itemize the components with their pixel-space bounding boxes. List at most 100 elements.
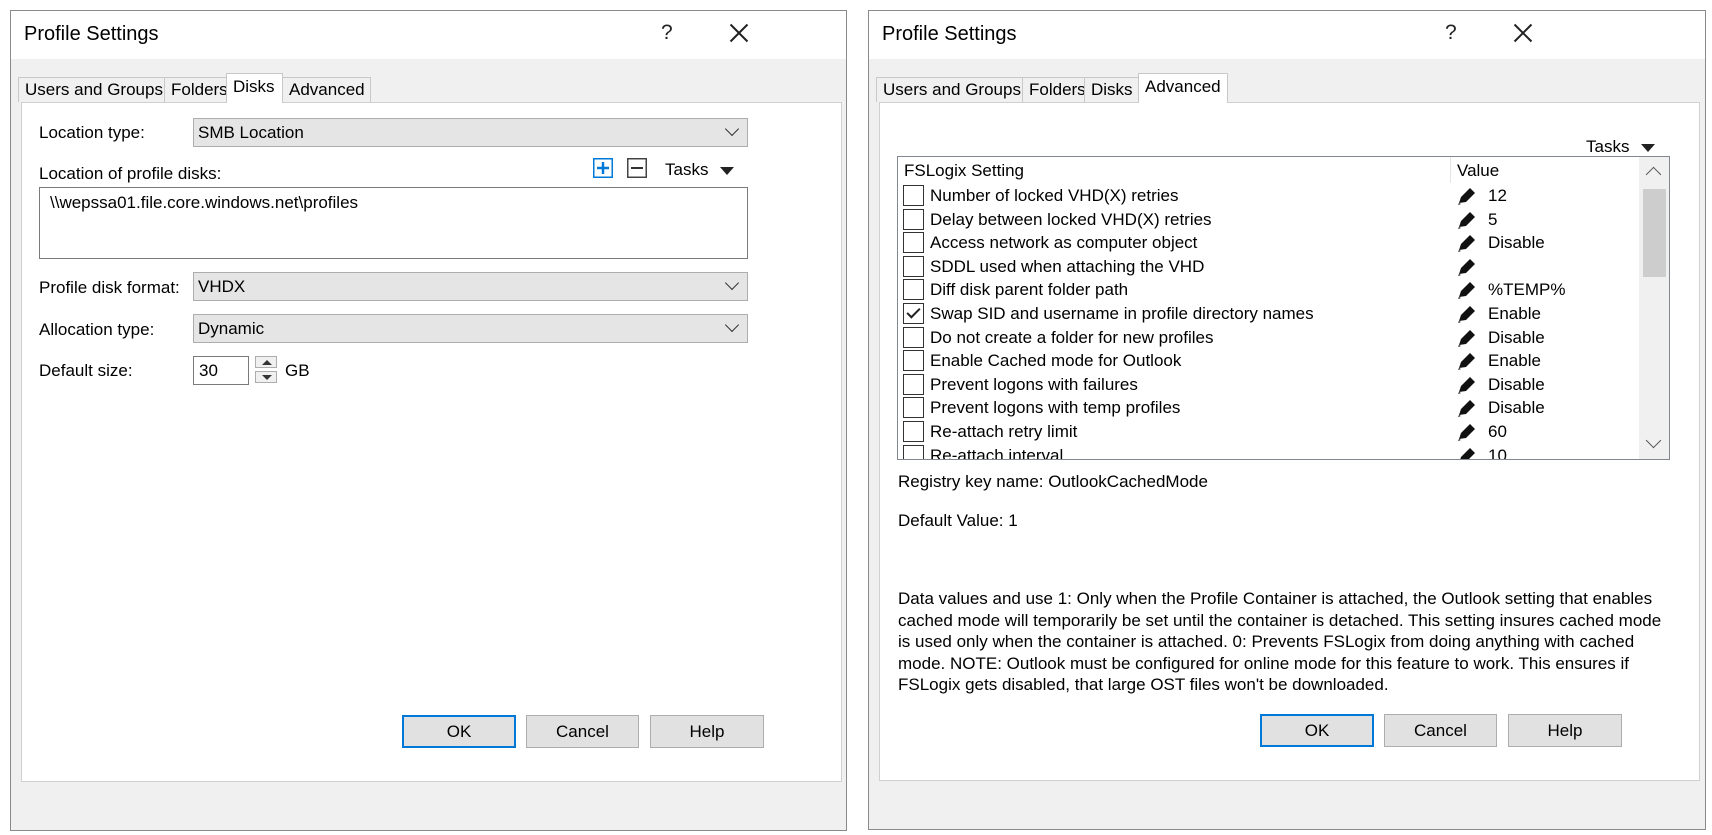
default-size-input[interactable]: 30 bbox=[193, 356, 249, 385]
disk-format-value: VHDX bbox=[198, 277, 246, 296]
pencil-icon[interactable] bbox=[1456, 446, 1478, 459]
default-size-label: Default size: bbox=[39, 361, 133, 380]
help-question-button[interactable]: ? bbox=[661, 21, 673, 45]
tab-folders[interactable]: Folders bbox=[164, 77, 228, 102]
checkbox-icon[interactable] bbox=[903, 397, 924, 419]
ok-button[interactable]: OK bbox=[1260, 714, 1374, 747]
pencil-icon[interactable] bbox=[1456, 233, 1478, 253]
scroll-thumb[interactable] bbox=[1643, 189, 1666, 277]
location-type-value: SMB Location bbox=[198, 123, 304, 142]
allocation-type-select[interactable]: Dynamic bbox=[193, 314, 748, 343]
tab-disks[interactable]: Disks bbox=[1084, 77, 1139, 102]
setting-name: Swap SID and username in profile directo… bbox=[930, 304, 1314, 323]
table-row[interactable]: Prevent logons with failures Disable bbox=[898, 373, 1638, 398]
help-question-button[interactable]: ? bbox=[1445, 21, 1457, 45]
vertical-scrollbar[interactable] bbox=[1639, 157, 1669, 459]
tasks-menu[interactable]: Tasks bbox=[665, 160, 735, 180]
title-bar: Profile Settings ? bbox=[11, 11, 846, 59]
pencil-icon[interactable] bbox=[1456, 328, 1478, 348]
table-row[interactable]: Delay between locked VHD(X) retries 5 bbox=[898, 208, 1638, 233]
table-row[interactable]: Swap SID and username in profile directo… bbox=[898, 302, 1638, 327]
checkbox-icon[interactable] bbox=[903, 350, 924, 372]
help-button[interactable]: Help bbox=[1508, 714, 1622, 747]
pencil-icon[interactable] bbox=[1456, 186, 1478, 206]
pencil-icon[interactable] bbox=[1456, 351, 1478, 371]
setting-name: Do not create a folder for new profiles bbox=[930, 327, 1214, 347]
setting-value: Enable bbox=[1488, 304, 1541, 323]
scroll-down-icon[interactable] bbox=[1645, 432, 1662, 449]
table-row[interactable]: Do not create a folder for new profiles D… bbox=[898, 326, 1638, 351]
close-icon[interactable] bbox=[727, 21, 751, 45]
fslogix-settings-list[interactable]: FSLogix Setting Value Number of locked V… bbox=[897, 156, 1670, 460]
pencil-icon[interactable] bbox=[1456, 304, 1478, 324]
pencil-icon[interactable] bbox=[1456, 257, 1478, 277]
setting-name: SDDL used when attaching the VHD bbox=[930, 256, 1205, 276]
checkbox-icon[interactable] bbox=[903, 255, 924, 277]
checkbox-icon[interactable] bbox=[903, 421, 924, 442]
pencil-icon[interactable] bbox=[1456, 375, 1478, 395]
tasks-menu[interactable]: Tasks bbox=[1586, 137, 1656, 157]
table-row[interactable]: Diff disk parent folder path %TEMP% bbox=[898, 278, 1638, 303]
pencil-icon[interactable] bbox=[1456, 210, 1478, 230]
setting-value: 60 bbox=[1488, 422, 1507, 441]
add-icon[interactable] bbox=[593, 158, 613, 178]
table-row[interactable]: Prevent logons with temp profiles Disable bbox=[898, 396, 1638, 421]
pencil-icon[interactable] bbox=[1456, 280, 1478, 300]
remove-icon[interactable] bbox=[627, 158, 647, 178]
profile-settings-dialog-right: Profile Settings ? Users and Groups Fold… bbox=[868, 10, 1706, 830]
setting-name: Prevent logons with failures bbox=[930, 374, 1138, 394]
setting-name: Access network as computer object bbox=[930, 233, 1198, 253]
registry-key-name: Registry key name: OutlookCachedMode bbox=[898, 472, 1208, 491]
ok-button[interactable]: OK bbox=[402, 715, 516, 748]
setting-name: Enable Cached mode for Outlook bbox=[930, 351, 1182, 371]
location-type-select[interactable]: SMB Location bbox=[193, 118, 748, 147]
column-header-setting[interactable]: FSLogix Setting bbox=[904, 161, 1024, 181]
scroll-up-icon[interactable] bbox=[1645, 166, 1662, 183]
setting-value: 5 bbox=[1488, 209, 1498, 229]
checkbox-icon[interactable] bbox=[903, 208, 924, 230]
cancel-button[interactable]: Cancel bbox=[1384, 714, 1497, 747]
close-icon[interactable] bbox=[1511, 21, 1535, 45]
checkbox-icon[interactable] bbox=[903, 326, 924, 348]
checkbox-icon[interactable] bbox=[903, 303, 924, 324]
setting-name: Re-attach interval bbox=[930, 445, 1064, 460]
dropdown-arrow-icon bbox=[720, 166, 735, 175]
tab-users-and-groups[interactable]: Users and Groups bbox=[876, 77, 1023, 102]
cancel-button[interactable]: Cancel bbox=[526, 715, 639, 748]
setting-value: 12 bbox=[1488, 186, 1507, 205]
chevron-down-icon bbox=[724, 121, 740, 137]
pencil-icon[interactable] bbox=[1456, 422, 1478, 442]
allocation-type-label: Allocation type: bbox=[39, 320, 155, 339]
location-path-item[interactable]: \\wepssa01.file.core.windows.net\profile… bbox=[50, 193, 358, 213]
pencil-icon[interactable] bbox=[1456, 398, 1478, 418]
location-path-list[interactable]: \\wepssa01.file.core.windows.net\profile… bbox=[39, 187, 748, 259]
checkbox-icon[interactable] bbox=[903, 185, 924, 206]
table-row[interactable]: Access network as computer object Disable bbox=[898, 231, 1638, 256]
spin-up-icon[interactable] bbox=[255, 356, 277, 368]
table-row[interactable]: Re-attach interval 10 bbox=[898, 444, 1638, 460]
title-bar: Profile Settings ? bbox=[869, 11, 1705, 59]
chevron-down-icon bbox=[724, 317, 740, 333]
disk-format-select[interactable]: VHDX bbox=[193, 272, 748, 301]
help-button[interactable]: Help bbox=[650, 715, 764, 748]
checkbox-icon[interactable] bbox=[903, 444, 924, 459]
table-row[interactable]: Number of locked VHD(X) retries 12 bbox=[898, 184, 1638, 209]
checkbox-icon[interactable] bbox=[903, 373, 924, 395]
dropdown-arrow-icon bbox=[1641, 143, 1656, 152]
table-row[interactable]: Re-attach retry limit 60 bbox=[898, 420, 1638, 445]
table-row[interactable]: SDDL used when attaching the VHD bbox=[898, 255, 1638, 280]
table-row[interactable]: Enable Cached mode for Outlook Enable bbox=[898, 349, 1638, 374]
checkbox-icon[interactable] bbox=[903, 232, 924, 254]
tab-advanced[interactable]: Advanced bbox=[1138, 73, 1228, 103]
column-header-value[interactable]: Value bbox=[1457, 161, 1499, 181]
location-label: Location of profile disks: bbox=[39, 164, 222, 183]
default-size-value: 30 bbox=[199, 361, 218, 380]
setting-value: %TEMP% bbox=[1488, 280, 1566, 300]
tab-folders[interactable]: Folders bbox=[1022, 77, 1086, 102]
tab-disks[interactable]: Disks bbox=[226, 73, 283, 103]
tab-users-and-groups[interactable]: Users and Groups bbox=[18, 77, 165, 102]
tab-advanced[interactable]: Advanced bbox=[282, 77, 371, 102]
allocation-type-value: Dynamic bbox=[198, 319, 265, 338]
spin-down-icon[interactable] bbox=[255, 371, 277, 383]
checkbox-icon[interactable] bbox=[903, 279, 924, 301]
